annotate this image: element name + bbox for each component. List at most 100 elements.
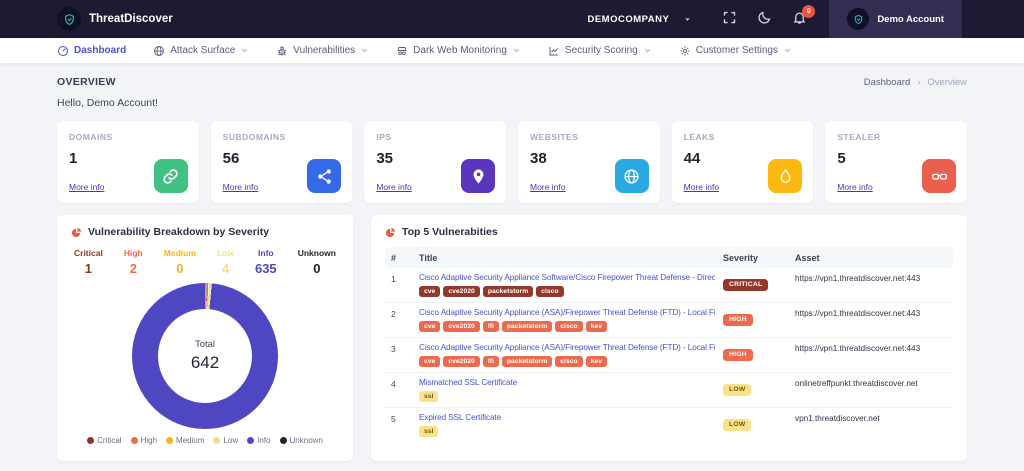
- column-header: #: [391, 253, 411, 263]
- map-pin-icon: [461, 159, 495, 193]
- more-info-link[interactable]: More info: [837, 182, 872, 192]
- brand-shield-icon: [57, 7, 81, 31]
- total-label: Total: [195, 339, 215, 350]
- legend-label: Info: [257, 436, 270, 445]
- pie-chart-icon: [385, 227, 396, 238]
- row-number: 3: [391, 343, 411, 354]
- legend-item-info[interactable]: Info: [247, 436, 270, 445]
- severity-badge: CRITICAL: [723, 279, 768, 291]
- bug-icon: [276, 45, 288, 57]
- asset: onlinetreffpunkt.threatdiscover.net: [795, 378, 947, 388]
- brand-name: ThreatDiscover: [89, 13, 173, 25]
- tag-badge: cve: [419, 286, 440, 297]
- avatar: [847, 8, 869, 30]
- vulnerability-link[interactable]: Mismatched SSL Certificate: [419, 378, 715, 387]
- severity-badge: HIGH: [723, 314, 753, 326]
- column-header: Title: [419, 253, 715, 263]
- severity-stat: Medium 0: [164, 248, 196, 276]
- severity-stat: Unknown 0: [298, 248, 336, 276]
- incognito-icon: [396, 45, 408, 57]
- breakdown-title: Vulnerability Breakdown by Severity: [88, 226, 269, 238]
- severity-badge: HIGH: [723, 349, 753, 361]
- stat-label: SUBDOMAINS: [223, 132, 341, 142]
- stat-card-subdomains: SUBDOMAINS 56 More info: [211, 121, 353, 203]
- notifications-button[interactable]: 0: [791, 11, 808, 28]
- row-number: 4: [391, 378, 411, 389]
- company-selector[interactable]: DEMOCOMPANY: [587, 14, 692, 25]
- nav-item-vulnerabilities[interactable]: Vulnerabilities: [276, 45, 369, 57]
- globe-grid-icon: [153, 45, 165, 57]
- tag-badge: packetstorm: [502, 321, 552, 332]
- breadcrumb-overview: Overview: [927, 77, 967, 88]
- severity-stat: Critical 1: [74, 248, 103, 276]
- nav-item-security-scoring[interactable]: Security Scoring: [548, 45, 652, 57]
- caret-down-icon: [683, 15, 692, 24]
- severity-stat-value: 0: [164, 261, 196, 276]
- droplet-icon: [768, 159, 802, 193]
- tag-badge: cisco: [555, 356, 582, 367]
- more-info-link[interactable]: More info: [223, 182, 258, 192]
- column-header: Severity: [723, 253, 787, 263]
- stat-label: IPS: [376, 132, 494, 142]
- chevron-down-icon: [643, 46, 652, 55]
- severity-stat-label: Low: [217, 248, 234, 258]
- vulnerability-link[interactable]: Expired SSL Certificate: [419, 413, 715, 422]
- tag-badge: packetstorm: [502, 356, 552, 367]
- nav-item-dark-web-monitoring[interactable]: Dark Web Monitoring: [396, 45, 521, 57]
- dark-mode-button[interactable]: [756, 11, 773, 28]
- table-header: # Title Severity Asset: [385, 247, 953, 268]
- more-info-link[interactable]: More info: [530, 182, 565, 192]
- topbar: ThreatDiscover DEMOCOMPANY 0 Demo Accoun…: [0, 0, 1024, 38]
- stat-card-row: DOMAINS 1 More info SUBDOMAINS 56 More i…: [57, 121, 967, 203]
- notification-badge: 0: [802, 5, 815, 18]
- vulnerability-link[interactable]: Cisco Adaptive Security Appliance Softwa…: [419, 273, 715, 282]
- share-nodes-icon: [307, 159, 341, 193]
- main-nav: Dashboard Attack Surface Vulnerabilities…: [0, 38, 1024, 63]
- legend-label: Unknown: [290, 436, 323, 445]
- stat-card-domains: DOMAINS 1 More info: [57, 121, 199, 203]
- more-info-link[interactable]: More info: [376, 182, 411, 192]
- column-header: Asset: [795, 253, 947, 263]
- total-value: 642: [191, 353, 219, 373]
- vulnerability-link[interactable]: Cisco Adaptive Security Appliance (ASA)/…: [419, 343, 715, 352]
- stat-card-leaks: LEAKS 44 More info: [672, 121, 814, 203]
- severity-stat-label: Medium: [164, 248, 196, 258]
- breadcrumb: Dashboard › Overview: [864, 77, 967, 88]
- fullscreen-button[interactable]: [721, 11, 738, 28]
- stat-card-stealer: STEALER 5 More info: [825, 121, 967, 203]
- asset: https://vpn1.threatdiscover.net:443: [795, 273, 947, 283]
- legend-item-high[interactable]: High: [131, 436, 157, 445]
- vulnerability-link[interactable]: Cisco Adaptive Security Appliance (ASA)/…: [419, 308, 715, 317]
- severity-stat-value: 4: [217, 261, 234, 276]
- legend-item-critical[interactable]: Critical: [87, 436, 121, 445]
- breadcrumb-dashboard[interactable]: Dashboard: [864, 77, 910, 88]
- nav-item-attack-surface[interactable]: Attack Surface: [153, 45, 249, 57]
- legend-item-unknown[interactable]: Unknown: [280, 436, 323, 445]
- more-info-link[interactable]: More info: [69, 182, 104, 192]
- line-chart-icon: [548, 45, 560, 57]
- severity-stat-value: 2: [124, 261, 143, 276]
- severity-badge: LOW: [723, 419, 751, 431]
- more-info-link[interactable]: More info: [684, 182, 719, 192]
- legend-dot: [247, 437, 254, 444]
- nav-item-customer-settings[interactable]: Customer Settings: [679, 45, 792, 57]
- breadcrumb-separator: ›: [917, 77, 920, 88]
- tag-list: cvecve2020lfipacketstormciscokev: [419, 321, 715, 332]
- severity-stat: High 2: [124, 248, 143, 276]
- severity-stat-value: 1: [74, 261, 103, 276]
- account-menu[interactable]: Demo Account: [829, 0, 962, 38]
- legend-item-low[interactable]: Low: [213, 436, 238, 445]
- gauge-icon: [57, 45, 69, 57]
- legend-item-medium[interactable]: Medium: [166, 436, 204, 445]
- donut-center: Total 642: [158, 309, 252, 403]
- vulnerabilities-table: # Title Severity Asset 1 Cisco Adaptive …: [385, 247, 953, 442]
- table-row: 4 Mismatched SSL Certificate ssl LOW onl…: [385, 373, 953, 408]
- tag-badge: ssl: [419, 391, 438, 402]
- severity-stat-label: Critical: [74, 248, 103, 258]
- tag-badge: cve2020: [443, 321, 479, 332]
- brand[interactable]: ThreatDiscover: [57, 7, 173, 31]
- stat-label: STEALER: [837, 132, 955, 142]
- stealer-glasses-icon: [922, 159, 956, 193]
- tag-badge: cve2020: [443, 356, 479, 367]
- nav-item-dashboard[interactable]: Dashboard: [57, 45, 126, 57]
